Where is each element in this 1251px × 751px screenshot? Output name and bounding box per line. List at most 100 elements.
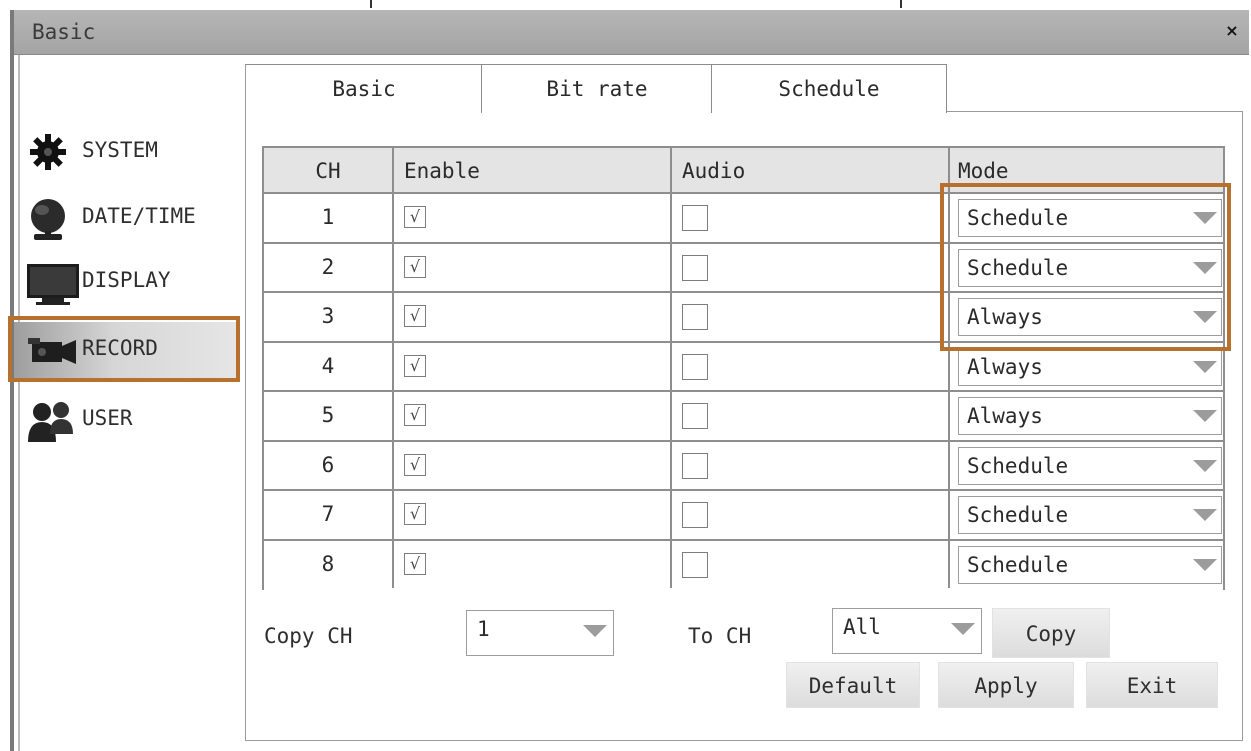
enable-checkbox[interactable]: √ — [404, 552, 426, 575]
copy-ch-select[interactable]: 1 — [466, 610, 614, 656]
enable-checkbox[interactable]: √ — [404, 305, 426, 327]
channel-number: 6 — [321, 452, 335, 477]
camera-icon — [26, 332, 76, 372]
mode-select[interactable]: Always — [958, 347, 1222, 386]
sidebar-item-display[interactable]: DISPLAY — [26, 256, 241, 306]
exit-button[interactable]: Exit — [1086, 662, 1218, 708]
header-mode: Mode — [958, 159, 1009, 183]
tab-schedule[interactable]: Schedule — [711, 64, 947, 113]
enable-checkbox[interactable]: √ — [404, 503, 426, 525]
mode-value: Always — [967, 305, 1043, 329]
channel-number: 3 — [321, 304, 335, 328]
sidebar-item-label: DISPLAY — [82, 268, 171, 292]
sidebar-item-label: USER — [82, 406, 133, 430]
mode-select[interactable]: Schedule — [958, 248, 1222, 287]
settings-window: Basic × SYSTEM DATE/TIME DISPLAY RECORD … — [0, 0, 1251, 751]
table-row: 5 √ Always — [264, 392, 1223, 442]
mode-select[interactable]: Schedule — [958, 496, 1222, 534]
mode-select[interactable]: Schedule — [958, 545, 1222, 584]
chevron-down-icon — [1193, 410, 1217, 422]
chevron-down-icon — [951, 623, 975, 635]
column-divider — [392, 148, 394, 588]
sidebar-item-label: DATE/TIME — [82, 204, 196, 228]
tab-basic[interactable]: Basic — [245, 64, 483, 113]
sidebar-item-system[interactable]: SYSTEM — [26, 126, 241, 176]
mode-select[interactable]: Schedule — [958, 446, 1222, 485]
column-divider — [670, 148, 672, 588]
enable-checkbox[interactable]: √ — [404, 354, 426, 377]
copy-ch-value: 1 — [477, 617, 490, 641]
mode-value: Always — [967, 354, 1043, 379]
enable-checkbox[interactable]: √ — [404, 206, 426, 228]
mode-value: Schedule — [967, 552, 1069, 577]
table-row: 3 √ Always — [264, 293, 1223, 343]
globe-icon — [26, 198, 76, 240]
sidebar-item-date-time[interactable]: DATE/TIME — [26, 192, 241, 242]
channel-number: 5 — [321, 403, 335, 427]
sidebar-item-record[interactable]: RECORD — [14, 322, 238, 378]
window-left-border — [10, 10, 14, 751]
channel-number: 1 — [321, 205, 335, 229]
table-row: 2 √ Schedule — [264, 243, 1223, 293]
mode-select[interactable]: Always — [958, 298, 1222, 336]
audio-checkbox[interactable] — [682, 403, 708, 429]
audio-checkbox[interactable] — [682, 452, 708, 479]
table-row: 8 √ Schedule — [264, 540, 1223, 590]
audio-checkbox[interactable] — [682, 353, 708, 380]
mode-value: Always — [967, 404, 1043, 428]
mode-select[interactable]: Schedule — [958, 199, 1222, 237]
chevron-down-icon — [1193, 558, 1217, 571]
audio-checkbox[interactable] — [682, 254, 708, 281]
to-ch-label: To CH — [688, 624, 752, 648]
header-audio: Audio — [682, 159, 746, 183]
active-tab-indicator — [246, 110, 480, 113]
chevron-down-icon — [1193, 509, 1217, 521]
enable-checkbox[interactable]: √ — [404, 404, 426, 426]
sidebar-item-label: RECORD — [82, 336, 158, 360]
table-row: 4 √ Always — [264, 342, 1223, 392]
monitor-icon — [26, 262, 79, 305]
header-ch: CH — [315, 159, 341, 183]
channel-number: 2 — [321, 254, 335, 279]
mode-value: Schedule — [967, 453, 1069, 478]
chevron-down-icon — [1193, 212, 1217, 224]
channel-number: 4 — [321, 353, 335, 378]
audio-checkbox[interactable] — [682, 502, 708, 528]
channel-number: 8 — [321, 551, 335, 576]
table-row: 7 √ Schedule — [264, 491, 1223, 541]
copy-button[interactable]: Copy — [992, 608, 1110, 658]
apply-button[interactable]: Apply — [938, 662, 1074, 708]
audio-checkbox[interactable] — [682, 551, 708, 578]
chevron-down-icon — [1193, 360, 1217, 373]
chevron-down-icon — [583, 625, 607, 637]
title-bar: Basic × — [14, 10, 1249, 55]
chevron-down-icon — [1193, 261, 1217, 274]
sidebar-item-label: SYSTEM — [82, 138, 158, 162]
mode-value: Schedule — [967, 503, 1069, 527]
to-ch-select[interactable]: All — [832, 608, 982, 654]
channel-number: 7 — [321, 502, 335, 526]
header-enable: Enable — [404, 159, 480, 183]
mode-value: Schedule — [967, 206, 1069, 230]
enable-checkbox[interactable]: √ — [404, 255, 426, 278]
sidebar-item-user[interactable]: USER — [26, 394, 241, 444]
channel-table: CH Enable Audio Mode 1 √ Schedule 2 √ Schedul… — [262, 146, 1225, 590]
chevron-down-icon — [1193, 311, 1217, 323]
copy-ch-label: Copy CH — [264, 624, 353, 648]
enable-checkbox[interactable]: √ — [404, 453, 426, 476]
audio-checkbox[interactable] — [682, 205, 708, 231]
window-title: Basic — [32, 20, 96, 44]
table-row: 6 √ Schedule — [264, 441, 1223, 491]
mode-value: Schedule — [967, 255, 1069, 280]
gear-icon — [26, 132, 76, 172]
window-inner-border — [18, 54, 20, 751]
default-button[interactable]: Default — [786, 662, 920, 708]
close-button[interactable]: × — [1221, 20, 1243, 42]
to-ch-value: All — [843, 615, 881, 639]
mode-select[interactable]: Always — [958, 397, 1222, 435]
users-icon — [26, 400, 76, 442]
tab-bit-rate[interactable]: Bit rate — [481, 64, 713, 113]
column-divider — [948, 148, 950, 588]
edge-tick-mark — [370, 0, 372, 8]
audio-checkbox[interactable] — [682, 304, 708, 330]
